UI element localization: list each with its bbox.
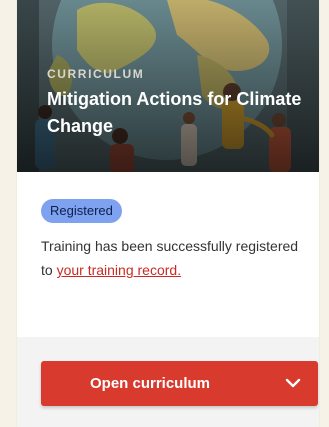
training-record-link[interactable]: your training record. <box>57 262 182 278</box>
curriculum-title: Mitigation Actions for Climate Change <box>47 89 302 136</box>
open-curriculum-label: Open curriculum <box>89 375 211 392</box>
open-curriculum-button[interactable]: Open curriculum <box>41 361 318 406</box>
curriculum-card-body: Registered Training has been successfull… <box>17 172 319 337</box>
curriculum-card-footer: Open curriculum <box>17 337 319 427</box>
registered-status-badge: Registered <box>41 199 122 223</box>
curriculum-card: CURRICULUM Mitigation Actions for Climat… <box>17 0 319 427</box>
chevron-down-icon[interactable] <box>285 377 301 389</box>
curriculum-hero-image: CURRICULUM Mitigation Actions for Climat… <box>17 0 319 172</box>
registration-message: Training has been successfully registere… <box>41 234 311 282</box>
curriculum-type-label: CURRICULUM <box>47 67 145 81</box>
